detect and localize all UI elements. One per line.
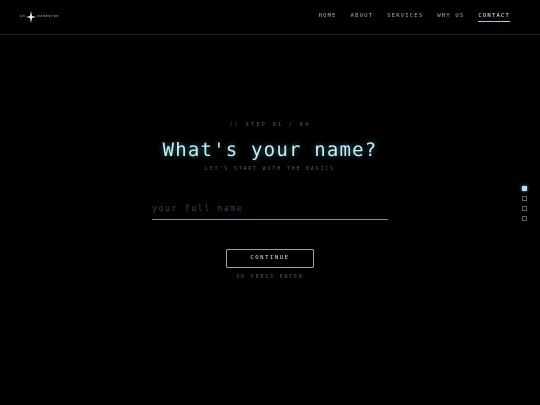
main-nav: HOME ABOUT SERVICES WHY US CONTACT: [319, 13, 510, 22]
progress-dot[interactable]: [522, 206, 527, 211]
continue-button[interactable]: CONTINUE: [226, 249, 314, 268]
nav-item-why-us[interactable]: WHY US: [437, 13, 464, 22]
progress-dot[interactable]: [522, 216, 527, 221]
progress-dot[interactable]: [522, 196, 527, 201]
brand-text-right: ochevron: [37, 14, 60, 19]
progress-dot[interactable]: [522, 186, 527, 191]
page-title: What's your name?: [162, 139, 378, 161]
sparkle-star-icon: [26, 11, 37, 23]
step-progress-dots: [522, 186, 527, 221]
nav-item-services[interactable]: SERVICES: [387, 13, 423, 22]
nav-item-contact[interactable]: CONTACT: [478, 13, 510, 22]
nav-item-home[interactable]: HOME: [319, 13, 337, 22]
page-subtitle: LET'S START WITH THE BASICS: [205, 166, 335, 172]
brand-text-left: in: [20, 14, 26, 19]
step-indicator: // STEP 01 / 04: [229, 122, 311, 128]
full-name-input[interactable]: [152, 199, 388, 220]
site-header: in ochevron HOME ABOUT SERVICES WHY US C…: [0, 0, 540, 35]
brand-logo[interactable]: in ochevron: [20, 11, 59, 23]
enter-hint: OR PRESS ENTER: [236, 274, 304, 280]
nav-item-about[interactable]: ABOUT: [351, 13, 374, 22]
